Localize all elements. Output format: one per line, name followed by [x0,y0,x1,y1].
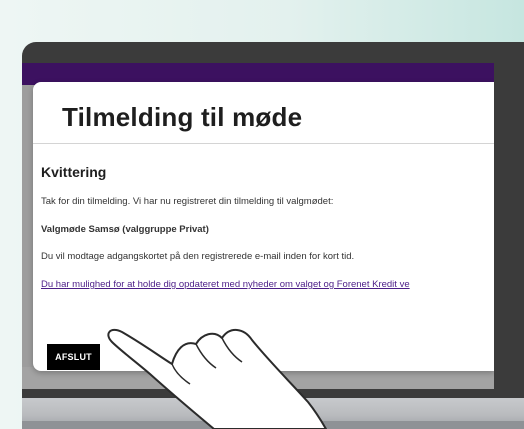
newsletter-link[interactable]: Du har mulighed for at holde dig opdater… [41,279,410,290]
meeting-name: Valgmøde Samsø (valggruppe Privat) [41,224,209,235]
laptop-base-shadow [22,421,524,429]
page-title: Tilmelding til møde [62,102,303,132]
finish-button[interactable]: AFSLUT [47,344,100,370]
card-info-text: Du vil modtage adgangskortet på den regi… [41,251,355,262]
laptop-screen: Tilmelding til møde Kvittering Tak for d… [22,63,494,389]
title-divider [33,143,494,144]
registration-card: Tilmelding til møde Kvittering Tak for d… [33,82,494,371]
thanks-text: Tak for din tilmelding. Vi har nu regist… [41,196,334,207]
receipt-heading: Kvittering [41,164,107,180]
